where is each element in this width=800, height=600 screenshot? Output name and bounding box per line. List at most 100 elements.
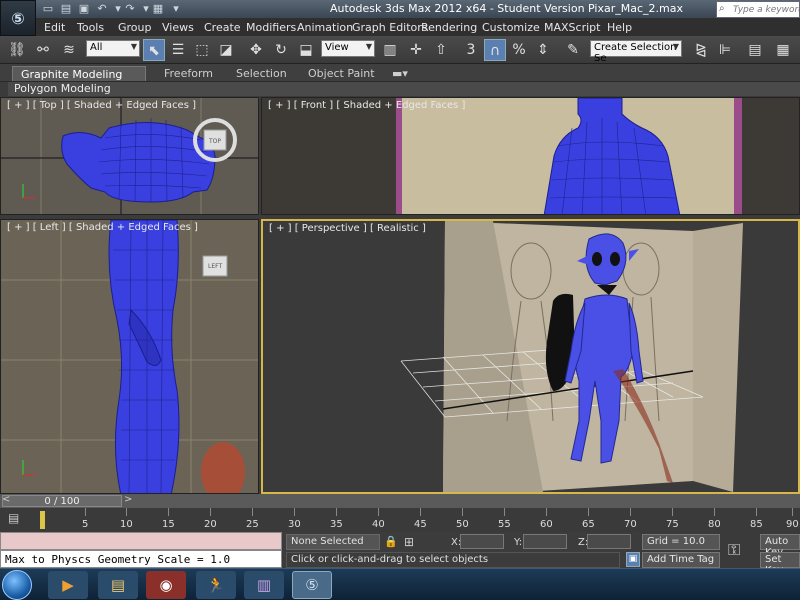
z-coord-field[interactable]	[587, 534, 631, 549]
select-and-move-icon[interactable]: ✥	[245, 39, 267, 61]
select-object-icon[interactable]: ⬉	[143, 39, 165, 61]
tick-20: 20	[204, 519, 217, 530]
select-and-manipulate-icon[interactable]: ✛	[405, 39, 427, 61]
pivot-center-icon[interactable]: ▥	[379, 39, 401, 61]
viewport-top-label[interactable]: [ + ] [ Top ] [ Shaded + Edged Faces ]	[7, 100, 196, 111]
viewport-front[interactable]: [ + ] [ Front ] [ Shaded + Edged Faces ]	[261, 97, 800, 215]
unlink-icon[interactable]: ⚯	[32, 39, 54, 61]
maxscript-listener-input[interactable]	[0, 532, 282, 550]
save-file-icon[interactable]: ▣	[76, 1, 92, 16]
tab-graphite-modeling-tools[interactable]: Graphite Modeling Tools	[12, 66, 146, 94]
select-and-link-icon[interactable]: ⛓	[6, 39, 28, 61]
align-icon[interactable]: ⊫	[714, 39, 736, 61]
tab-object-paint[interactable]: Object Paint	[300, 66, 383, 81]
keyboard-shortcut-override-icon[interactable]: ⇧	[430, 39, 452, 61]
title-bar: ▭ ▤ ▣ ↶ ▾ ↷ ▾ ▦ ▾ Autodesk 3ds Max 2012 …	[0, 0, 800, 18]
percent-snap-icon[interactable]: %	[508, 39, 530, 61]
x-coord-field[interactable]	[460, 534, 504, 549]
track-bar[interactable]: ▤ 5 10 15 20 25 30 35 40 45 50 55 60 65 …	[0, 508, 800, 532]
front-viewport-scene	[396, 98, 742, 214]
snaps-toggle-icon[interactable]: 3	[460, 39, 482, 61]
menu-views[interactable]: Views	[162, 21, 194, 34]
ribbon-options-icon[interactable]: ▬▾	[388, 66, 412, 81]
edit-named-selection-icon[interactable]: ✎	[562, 39, 584, 61]
viewport-top[interactable]: TOP [ + ] [ Top ] [ Shaded + Edged Faces…	[0, 97, 259, 215]
select-by-name-icon[interactable]: ☰	[167, 39, 189, 61]
time-slider[interactable]: 0 / 100 > <	[0, 494, 800, 508]
bind-space-warp-icon[interactable]: ≋	[58, 39, 80, 61]
rectangular-selection-icon[interactable]: ⬚	[191, 39, 213, 61]
windows-taskbar: ▶ ▤ ◉ 🏃 ▥ ⑤	[0, 568, 800, 600]
time-slider-thumb[interactable]: 0 / 100	[2, 495, 122, 507]
key-icon[interactable]: ⚿	[728, 540, 740, 560]
time-slider-prev-icon[interactable]: <	[2, 494, 10, 505]
menu-rendering[interactable]: Rendering	[421, 21, 477, 34]
tab-freeform[interactable]: Freeform	[156, 66, 221, 81]
menu-help[interactable]: Help	[607, 21, 632, 34]
y-coord-field[interactable]	[523, 534, 567, 549]
redo-icon[interactable]: ↷	[122, 1, 138, 16]
project-folder-icon[interactable]: ▦	[150, 1, 166, 16]
time-slider-next-icon[interactable]: >	[124, 494, 132, 505]
menu-animation[interactable]: Animation	[297, 21, 353, 34]
select-and-scale-icon[interactable]: ⬓	[295, 39, 317, 61]
maxscript-output-line[interactable]: Max to Physcs Geometry Scale = 1.0	[0, 550, 282, 568]
viewport-left[interactable]: LEFT [ + ] [ Left ] [ Shaded + Edged Fac…	[0, 219, 259, 494]
media-player-icon[interactable]: ▶	[48, 571, 88, 599]
menu-group[interactable]: Group	[118, 21, 152, 34]
app-logo-button[interactable]: ⑤	[0, 0, 36, 36]
tick-80: 80	[708, 519, 721, 530]
chrome-icon[interactable]: ◉	[146, 571, 186, 599]
winrar-icon[interactable]: ▥	[244, 571, 284, 599]
menu-modifiers[interactable]: Modifiers	[246, 21, 296, 34]
viewcube-top-label[interactable]: TOP	[208, 138, 221, 145]
tick-90: 90	[786, 519, 799, 530]
runner-app-icon[interactable]: 🏃	[196, 571, 236, 599]
quick-access-menu-icon[interactable]: ▾	[168, 1, 184, 16]
3ds-max-taskbar-icon[interactable]: ⑤	[292, 571, 332, 599]
menu-edit[interactable]: Edit	[44, 21, 65, 34]
undo-icon[interactable]: ↶	[94, 1, 110, 16]
new-file-icon[interactable]: ▭	[40, 1, 56, 16]
viewport-front-label[interactable]: [ + ] [ Front ] [ Shaded + Edged Faces ]	[268, 100, 465, 111]
curve-editor-icon[interactable]: ▤	[8, 511, 19, 525]
start-button[interactable]	[2, 570, 32, 600]
viewport-left-label[interactable]: [ + ] [ Left ] [ Shaded + Edged Faces ]	[7, 222, 198, 233]
top-viewport-scene: TOP	[1, 98, 258, 214]
grid-size-display: Grid = 10.0	[642, 534, 720, 550]
perspective-viewport-scene	[400, 221, 743, 492]
menu-create[interactable]: Create	[204, 21, 241, 34]
absolute-mode-icon[interactable]: ⊞	[404, 535, 414, 549]
viewcube-left-label[interactable]: LEFT	[208, 263, 222, 270]
tick-40: 40	[372, 519, 385, 530]
open-file-icon[interactable]: ▤	[58, 1, 74, 16]
panel-polygon-modeling[interactable]: Polygon Modeling	[14, 82, 111, 95]
help-search-input[interactable]: ⌕ Type a keyword or phrase	[716, 1, 800, 18]
left-viewport-scene: LEFT	[1, 220, 258, 493]
add-time-tag-button[interactable]: Add Time Tag	[642, 552, 720, 568]
reference-coordinate-dropdown[interactable]: View ▼	[321, 40, 375, 57]
angle-snap-icon[interactable]: ∩	[484, 39, 506, 61]
viewport-perspective[interactable]: [ + ] [ Perspective ] [ Realistic ]	[261, 219, 800, 494]
spinner-snap-icon[interactable]: ⇕	[532, 39, 554, 61]
viewport-perspective-label[interactable]: [ + ] [ Perspective ] [ Realistic ]	[269, 223, 426, 234]
auto-key-button[interactable]: Auto Key	[760, 534, 800, 558]
select-and-rotate-icon[interactable]: ↻	[270, 39, 292, 61]
menu-graph-editors[interactable]: Graph Editors	[352, 21, 428, 34]
time-tag-icon[interactable]: ▣	[626, 552, 640, 567]
graphite-toggle-icon[interactable]: ▦	[772, 39, 794, 61]
mirror-icon[interactable]: ⧎	[690, 39, 712, 61]
tick-65: 65	[582, 519, 595, 530]
selection-filter-dropdown[interactable]: All ▼	[86, 40, 140, 57]
menu-customize[interactable]: Customize	[482, 21, 540, 34]
window-crossing-icon[interactable]: ◪	[215, 39, 237, 61]
file-explorer-icon[interactable]: ▤	[98, 571, 138, 599]
set-key-button[interactable]: Set Key	[760, 552, 800, 576]
named-selection-value: Create Selection Se	[594, 42, 677, 64]
named-selection-dropdown[interactable]: Create Selection Se ▼	[590, 40, 682, 64]
menu-tools[interactable]: Tools	[77, 21, 104, 34]
selection-lock-icon[interactable]: 🔒	[384, 535, 398, 548]
layer-manager-icon[interactable]: ▤	[744, 39, 766, 61]
tab-selection[interactable]: Selection	[228, 66, 295, 81]
menu-maxscript[interactable]: MAXScript	[544, 21, 600, 34]
